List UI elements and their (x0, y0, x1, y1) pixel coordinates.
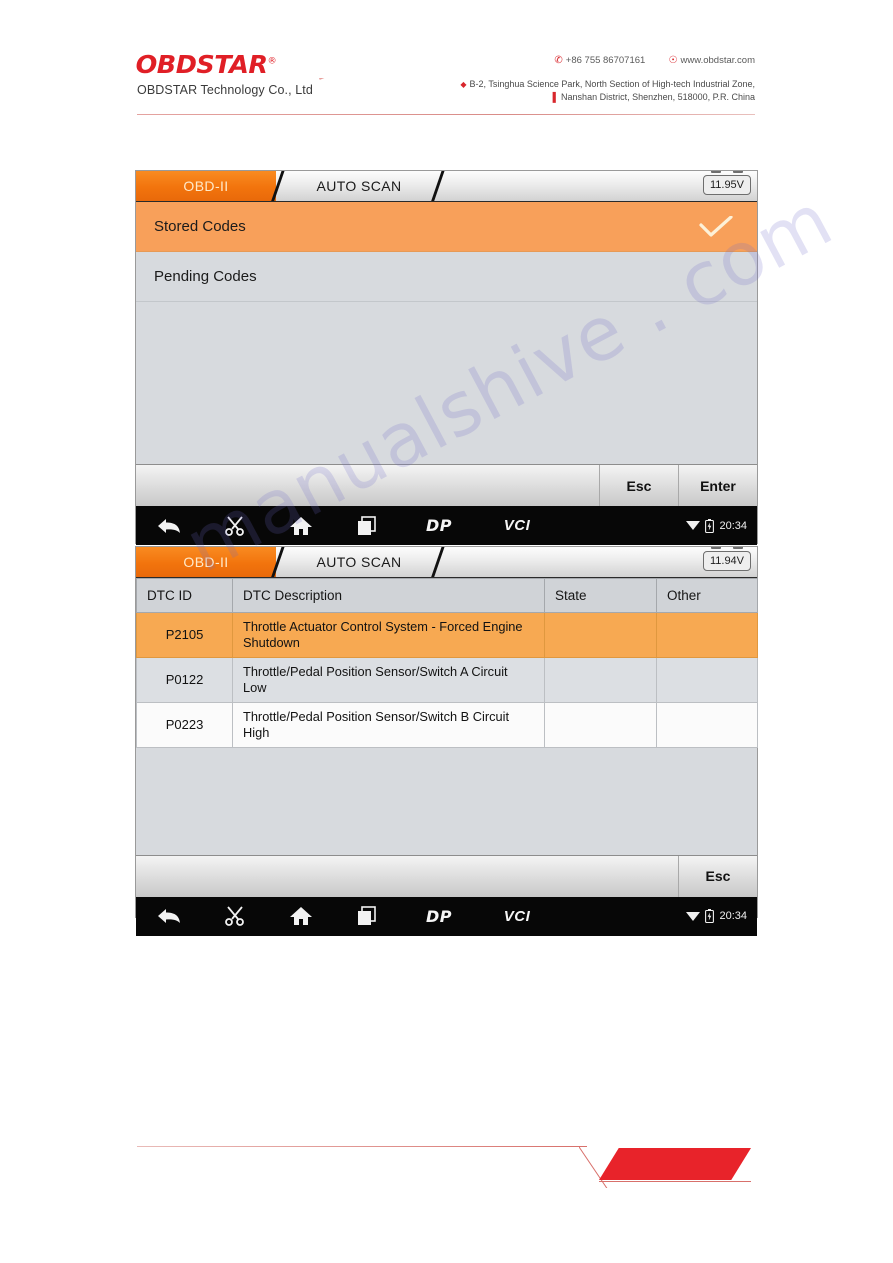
battery-voltage-indicator: 11.95V (703, 171, 751, 195)
battery-charging-icon (705, 518, 715, 533)
dp-brand-label: DP (425, 516, 452, 535)
esc-button-label: Esc (705, 868, 731, 885)
tab-auto-scan-label: AUTO SCAN (316, 178, 402, 194)
device-screenshot-stored-codes: OBD-II AUTO SCAN 11.95V Stored Codes Pen… (135, 170, 758, 545)
tab-auto-scan[interactable]: AUTO SCAN (284, 171, 434, 201)
menu-item-pending-codes[interactable]: Pending Codes (136, 252, 757, 302)
cell-other (656, 612, 758, 658)
cell-dtc-description: Throttle/Pedal Position Sensor/Switch B … (232, 701, 545, 748)
vci-brand-icon[interactable]: VCI (478, 908, 556, 925)
bar-bullet-icon: ▌ (552, 92, 560, 103)
vci-brand-label: VCI (503, 517, 531, 534)
table-empty-area (136, 747, 757, 855)
cell-other (656, 701, 758, 748)
table-header-row: DTC ID DTC Description State Other (136, 578, 758, 613)
tab-obd-ii-label: OBD-II (183, 178, 229, 194)
esc-button[interactable]: Esc (678, 855, 757, 897)
vci-brand-icon[interactable]: VCI (478, 517, 556, 534)
tab-obd-ii[interactable]: OBD-II (136, 547, 276, 577)
back-arrow-icon[interactable] (136, 517, 202, 535)
cell-state (544, 656, 657, 703)
device-screenshot-dtc-table: OBD-II AUTO SCAN 11.94V DTC ID DTC Descr… (135, 546, 758, 936)
back-arrow-icon[interactable] (136, 907, 202, 925)
phone-icon: ✆ (554, 55, 563, 66)
recent-apps-icon[interactable] (334, 906, 400, 926)
scissors-icon[interactable] (202, 515, 268, 536)
diamond-bullet-icon: ◆ (460, 80, 467, 89)
page-header: OBDSTAR® OBDSTAR Technology Co., Ltd ✆ +8… (136, 52, 755, 116)
cell-dtc-description: Throttle/Pedal Position Sensor/Switch A … (232, 656, 545, 703)
voltage-value: 11.94V (709, 555, 745, 567)
screen2-status-tray: 20:34 (686, 897, 747, 936)
home-icon[interactable] (268, 516, 334, 536)
tab-obd-ii-label: OBD-II (183, 554, 229, 570)
logo-wordmark: OBDSTAR® (136, 52, 277, 77)
esc-button[interactable]: Esc (599, 465, 678, 506)
check-icon (699, 215, 733, 238)
screen1-status-tray: 20:34 (686, 506, 747, 545)
header-address: ◆ B-2, Tsinghua Science Park, North Secti… (460, 78, 755, 104)
column-header-state: State (544, 578, 657, 613)
enter-button-label: Enter (700, 477, 736, 494)
registered-mark-icon: ® (267, 56, 277, 67)
vci-brand-label: VCI (503, 907, 531, 925)
footer-line (137, 1146, 587, 1148)
scissors-icon[interactable] (202, 906, 268, 927)
dp-brand-label: DP (425, 906, 452, 926)
column-header-other: Other (656, 578, 758, 613)
cell-dtc-id: P0122 (136, 656, 233, 703)
cell-dtc-id: P2105 (136, 612, 233, 658)
esc-button-label: Esc (626, 477, 652, 494)
globe-icon: ☉ (668, 55, 678, 66)
table-row[interactable]: P0122 Throttle/Pedal Position Sensor/Swi… (136, 656, 758, 703)
screen1-tabbar: OBD-II AUTO SCAN 11.95V (136, 171, 757, 202)
address-line-2: Nanshan District, Shenzhen, 518000, P.R.… (561, 92, 755, 103)
tab-obd-ii[interactable]: OBD-II (136, 171, 276, 201)
dp-brand-icon[interactable]: DP (400, 516, 478, 535)
header-divider (137, 114, 755, 115)
home-icon[interactable] (268, 906, 334, 926)
phone-number: +86 755 86707161 (565, 55, 646, 66)
screen1-menu-list: Stored Codes Pending Codes (136, 202, 757, 464)
menu-item-stored-codes[interactable]: Stored Codes (136, 202, 757, 252)
cell-state (544, 701, 657, 748)
cell-other (656, 656, 758, 703)
address-line-1: B-2, Tsinghua Science Park, North Sectio… (469, 79, 755, 89)
tab-auto-scan-label: AUTO SCAN (316, 554, 402, 570)
screen2-action-bar: Esc (136, 854, 757, 897)
dp-brand-icon[interactable]: DP (400, 907, 478, 926)
voltage-value: 11.95V (709, 179, 745, 191)
battery-voltage-indicator: 11.94V (703, 547, 751, 571)
table-row[interactable]: P2105 Throttle Actuator Control System -… (136, 612, 758, 658)
footer-line-secondary (599, 1181, 751, 1183)
menu-item-label: Stored Codes (154, 218, 246, 235)
header-contact-row: ✆ +86 755 86707161 ☉ www.obdstar.com (554, 55, 755, 66)
screen1-action-bar: Esc Enter (136, 464, 757, 506)
logo-text: OBDSTAR (135, 50, 268, 79)
footer-red-shape (599, 1148, 751, 1180)
menu-item-label: Pending Codes (154, 268, 257, 285)
wifi-icon (686, 911, 701, 922)
recent-apps-icon[interactable] (334, 515, 400, 536)
enter-button[interactable]: Enter (678, 465, 757, 506)
dtc-table: DTC ID DTC Description State Other P2105… (136, 578, 758, 748)
screen1-android-navbar: DP VCI 20:34 (136, 506, 757, 545)
clock-time: 20:34 (719, 910, 747, 923)
page-footer (137, 1128, 755, 1188)
header-swoosh-decoration (319, 78, 469, 112)
screen2-tabbar: OBD-II AUTO SCAN 11.94V (136, 547, 757, 578)
cell-dtc-id: P0223 (136, 701, 233, 748)
clock-time: 20:34 (719, 519, 747, 532)
website-url: www.obdstar.com (680, 55, 755, 66)
battery-charging-icon (705, 909, 715, 924)
screen2-android-navbar: DP VCI 20:34 (136, 896, 757, 936)
table-row[interactable]: P0223 Throttle/Pedal Position Sensor/Swi… (136, 701, 758, 748)
tab-auto-scan[interactable]: AUTO SCAN (284, 547, 434, 577)
cell-dtc-description: Throttle Actuator Control System - Force… (232, 612, 545, 658)
column-header-dtc-description: DTC Description (232, 578, 545, 613)
column-header-dtc-id: DTC ID (136, 578, 233, 613)
cell-state (544, 612, 657, 658)
wifi-icon (686, 520, 701, 531)
